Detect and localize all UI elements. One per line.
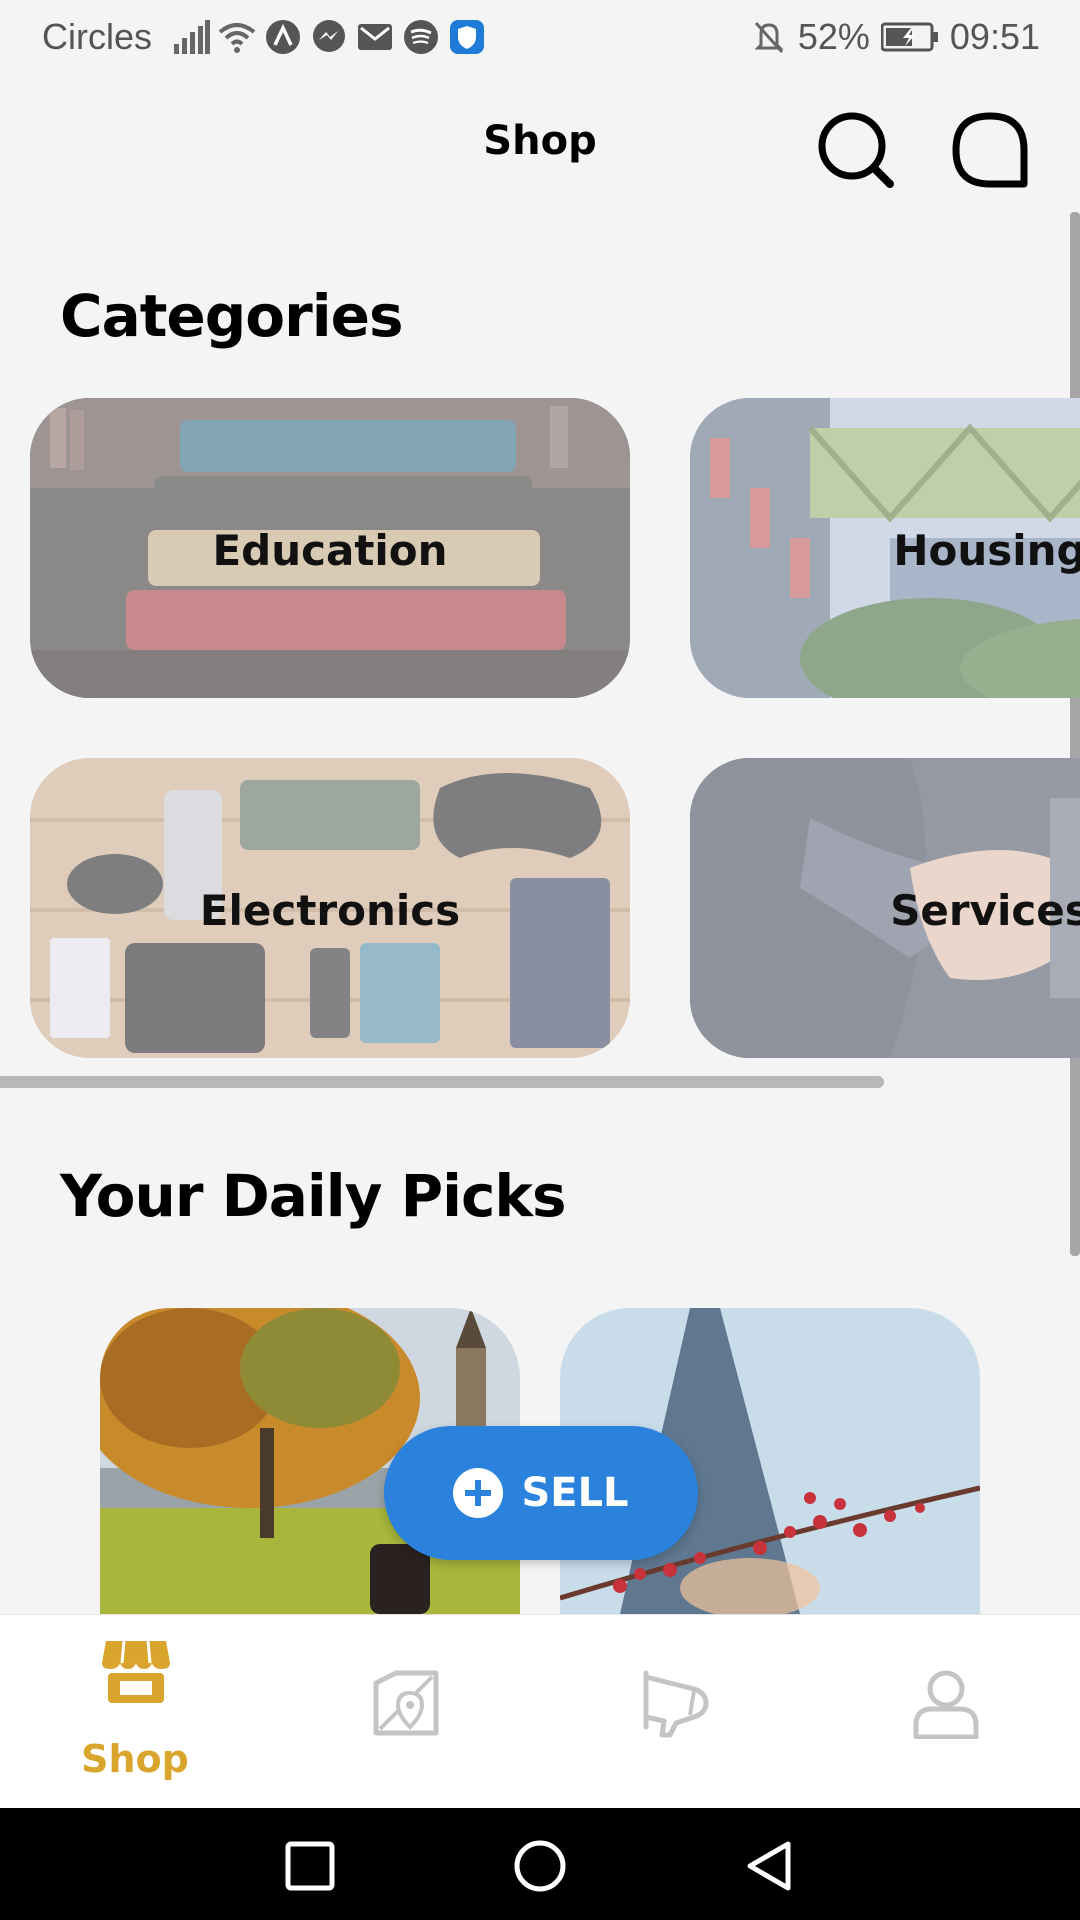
shield-icon [448,18,486,56]
categories-carousel[interactable]: Education Housing Electronics Services [0,398,1080,1058]
spotify-icon [402,18,440,56]
daily-picks-heading: Your Daily Picks [60,1162,567,1230]
category-label: Services [890,886,1080,935]
category-card-electronics[interactable]: Electronics [30,758,630,1058]
horizontal-scrollbar[interactable] [0,1076,884,1088]
signal-icon [172,18,210,56]
chat-bubble-icon [952,112,1028,188]
status-right: 52% 09:51 [750,16,1040,58]
carrier-name: Circles [42,16,153,57]
page-title: Shop [483,118,597,164]
category-label: Electronics [199,886,461,935]
status-bar: Circles 52% 09:51 [0,0,1080,74]
triangle-back-icon [747,1841,791,1891]
map-icon [373,1670,439,1736]
categories-heading: Categories [60,282,403,350]
shop-icon [102,1640,170,1703]
recents-button[interactable] [280,1836,340,1896]
search-button[interactable] [816,110,896,190]
nav-item-shop[interactable]: Shop [0,1615,270,1809]
app-bar: Shop [0,74,1080,214]
messages-button[interactable] [950,110,1030,190]
battery-percent: 52% [797,16,870,57]
clock: 09:51 [949,16,1040,57]
category-card-services[interactable]: Services [690,758,1080,1058]
category-label: Education [212,526,448,575]
category-label: Housing [893,526,1080,575]
back-button[interactable] [740,1836,800,1896]
home-button[interactable] [510,1836,570,1896]
messenger-icon [310,18,348,56]
nav-item-map[interactable] [270,1615,540,1809]
profile-icon [913,1670,979,1739]
sell-label: SELL [521,1470,629,1516]
nav-item-profile[interactable] [810,1615,1080,1809]
app-a-icon [264,18,302,56]
megaphone-icon [643,1670,709,1738]
gmail-icon [356,18,394,56]
nav-item-announcements[interactable] [540,1615,810,1809]
sell-button[interactable]: SELL [384,1426,698,1560]
square-icon [285,1841,335,1891]
category-card-housing[interactable]: Housing [690,398,1080,698]
notification-icons [172,18,486,56]
wifi-icon [218,18,256,56]
battery-icon [880,18,940,56]
circle-icon [514,1840,566,1892]
search-icon [818,112,894,188]
system-navigation-bar [0,1808,1080,1920]
category-card-education[interactable]: Education [30,398,630,698]
nav-label-shop: Shop [81,1737,189,1781]
bottom-navigation: Shop [0,1614,1080,1808]
plus-circle-icon [453,1468,504,1518]
mute-icon [750,18,788,56]
